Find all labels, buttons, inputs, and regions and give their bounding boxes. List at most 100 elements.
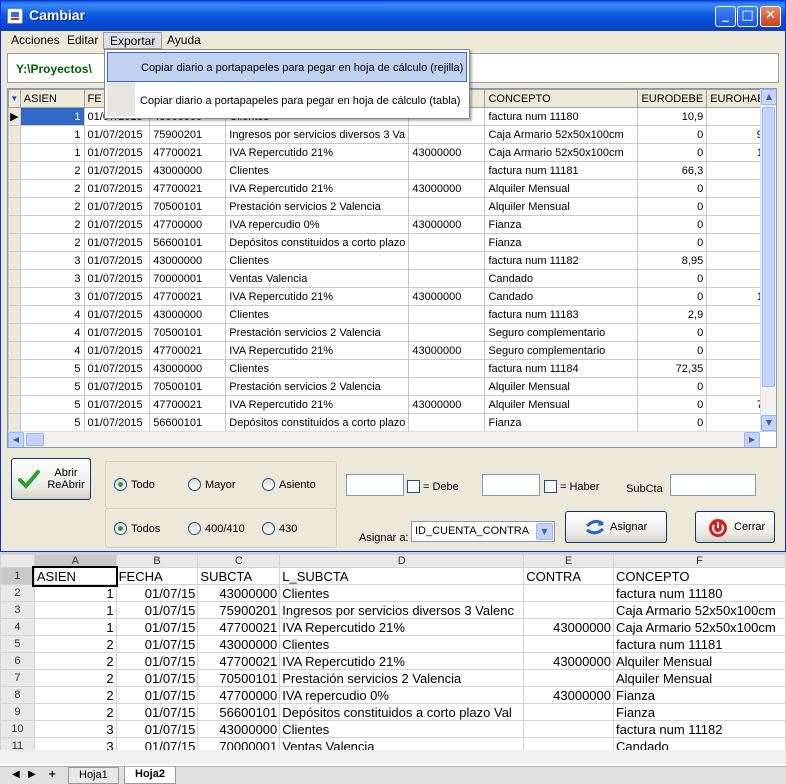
column-letter[interactable]: A [33, 554, 117, 568]
cerrar-button[interactable]: Cerrar [695, 511, 775, 543]
row-number[interactable]: 6 [0, 652, 35, 670]
grid-horizontal-scrollbar[interactable]: ◀ ▶ [8, 431, 760, 447]
row-indicator[interactable] [8, 287, 21, 306]
table-cell[interactable]: Caja Armario 52x50x100cm [484, 125, 639, 144]
menu-editar[interactable]: Editar [61, 32, 104, 49]
table-cell[interactable]: 01/07/2015 [83, 341, 151, 360]
sheet-cell[interactable]: 01/07/15 [115, 652, 199, 670]
table-cell[interactable]: 2 [19, 215, 85, 234]
table-cell[interactable]: Alquiler Mensual [484, 395, 639, 414]
table-row[interactable]: 2 01/07/2015 70500101 Prestación servicios … [8, 197, 776, 216]
table-cell[interactable]: 5 [19, 413, 85, 432]
column-header[interactable]: ASIEN [19, 89, 85, 108]
table-cell[interactable]: IVA Repercutido 21% [225, 395, 410, 414]
journal-grid[interactable]: ▼ASIENFECONCEPTOEURODEBEEUROHABE ▶101/07… [7, 88, 777, 448]
menu-item-copiar-rejilla[interactable]: Copiar diario a portapapeles para pegar … [107, 52, 467, 82]
table-cell[interactable]: 0 [637, 341, 708, 360]
sheet-cell[interactable]: 01/07/15 [115, 618, 199, 636]
table-cell[interactable]: 2 [19, 233, 85, 252]
asignar-select[interactable]: ID_CUENTA_CONTRA ▼ [411, 521, 555, 542]
table-cell[interactable] [408, 359, 486, 378]
table-cell[interactable]: 0 [637, 179, 708, 198]
scroll-right-icon[interactable]: ▶ [744, 432, 760, 447]
menu-exportar[interactable]: Exportar [103, 32, 163, 49]
table-cell[interactable]: Fianza [484, 413, 639, 432]
table-cell[interactable]: 01/07/2015 [83, 125, 151, 144]
sheet-cell[interactable]: 2 [33, 669, 117, 687]
menu-acciones[interactable]: Acciones [5, 32, 66, 49]
table-cell[interactable]: Ventas Valencia [225, 269, 410, 288]
row-indicator[interactable] [8, 125, 21, 144]
table-row[interactable]: 3 01/07/2015 43000000 Clientes factura num 1… [8, 251, 776, 270]
table-row[interactable]: 3 01/07/2015 70000001 Ventas Valencia Candad… [8, 269, 776, 288]
sheet-cell[interactable]: Fianza [613, 703, 786, 721]
menu-ayuda[interactable]: Ayuda [161, 32, 207, 49]
table-cell[interactable]: Prestación servicios 2 Valencia [225, 377, 410, 396]
sheet-cell[interactable]: 3 [33, 720, 117, 738]
table-cell[interactable]: Candado [484, 269, 639, 288]
table-cell[interactable]: factura num 11182 [484, 251, 639, 270]
table-cell[interactable]: Depósitos constituidos a corto plazo [225, 233, 410, 252]
table-cell[interactable]: factura num 11184 [484, 359, 639, 378]
sheet-cell[interactable]: FECHA [115, 567, 199, 585]
debe-input[interactable] [346, 474, 404, 496]
table-cell[interactable]: 0 [637, 413, 708, 432]
table-cell[interactable]: 43000000 [408, 143, 486, 162]
table-row[interactable]: 5 2 01/07/15 43000000 Clientes factura num 11… [0, 635, 786, 653]
table-cell[interactable]: Clientes [225, 305, 410, 324]
scroll-up-icon[interactable]: ▲ [761, 89, 776, 105]
table-cell[interactable]: Ingresos por servicios diversos 3 Va [225, 125, 410, 144]
table-cell[interactable]: Fianza [484, 215, 639, 234]
table-cell[interactable]: 01/07/2015 [83, 179, 151, 198]
table-cell[interactable]: 5 [19, 359, 85, 378]
table-cell[interactable] [408, 125, 486, 144]
sheet-cell[interactable]: 2 [33, 686, 117, 704]
table-cell[interactable]: Depósitos constituidos a corto plazo [225, 413, 410, 432]
minimize-button[interactable]: _ [715, 6, 736, 27]
sheet-cell[interactable]: Clientes [279, 584, 525, 602]
sheet-cell[interactable]: Fianza [613, 686, 786, 704]
sheet-cell[interactable]: 2 [33, 652, 117, 670]
table-cell[interactable]: Clientes [225, 161, 410, 180]
table-cell[interactable]: 3 [19, 269, 85, 288]
table-row[interactable]: 7 2 01/07/15 70500101 Prestación servicios 2… [0, 669, 786, 687]
row-indicator[interactable] [8, 143, 21, 162]
table-cell[interactable]: Candado [484, 287, 639, 306]
table-cell[interactable]: 47700000 [149, 215, 227, 234]
table-cell[interactable]: 1 [19, 125, 85, 144]
table-cell[interactable]: 70000001 [149, 269, 227, 288]
sheet-cell[interactable] [523, 669, 614, 687]
row-indicator[interactable] [8, 179, 21, 198]
sheet-cell[interactable]: Clientes [279, 720, 525, 738]
table-cell[interactable]: Alquiler Mensual [484, 179, 639, 198]
sheet-corner[interactable] [0, 554, 35, 568]
row-indicator[interactable] [8, 413, 21, 432]
table-cell[interactable]: 43000000 [408, 341, 486, 360]
table-cell[interactable]: 01/07/2015 [83, 215, 151, 234]
table-cell[interactable]: 0 [637, 269, 708, 288]
table-cell[interactable]: 4 [19, 323, 85, 342]
sheet-cell[interactable]: 56600101 [197, 703, 281, 721]
sheet-cell[interactable]: Clientes [279, 635, 525, 653]
table-cell[interactable]: 01/07/2015 [83, 251, 151, 270]
row-indicator[interactable] [8, 323, 21, 342]
grid-table[interactable]: ▼ASIENFECONCEPTOEURODEBEEUROHABE ▶101/07… [8, 89, 776, 432]
table-cell[interactable] [408, 377, 486, 396]
table-cell[interactable]: 1 [19, 143, 85, 162]
row-indicator[interactable] [8, 377, 21, 396]
table-row[interactable]: 5 01/07/2015 70500101 Prestación servicios … [8, 377, 776, 396]
table-cell[interactable]: IVA Repercutido 21% [225, 179, 410, 198]
sheet-cell[interactable]: IVA Repercutido 21% [279, 618, 525, 636]
sheet-cell[interactable] [523, 584, 614, 602]
table-cell[interactable]: 01/07/2015 [83, 305, 151, 324]
sheet-cell[interactable]: 47700021 [197, 618, 281, 636]
table-cell[interactable]: 01/07/2015 [83, 395, 151, 414]
table-cell[interactable]: 5 [19, 377, 85, 396]
sheet-cell[interactable]: 01/07/15 [115, 720, 199, 738]
table-row[interactable]: 4 01/07/2015 47700021 IVA Repercutido 21% 43… [8, 341, 776, 360]
table-cell[interactable]: 01/07/2015 [83, 269, 151, 288]
chevron-down-icon[interactable]: ▼ [536, 523, 553, 540]
table-cell[interactable]: 5 [19, 395, 85, 414]
table-cell[interactable]: Alquiler Mensual [484, 377, 639, 396]
sheet-cell[interactable]: 70500101 [197, 669, 281, 687]
